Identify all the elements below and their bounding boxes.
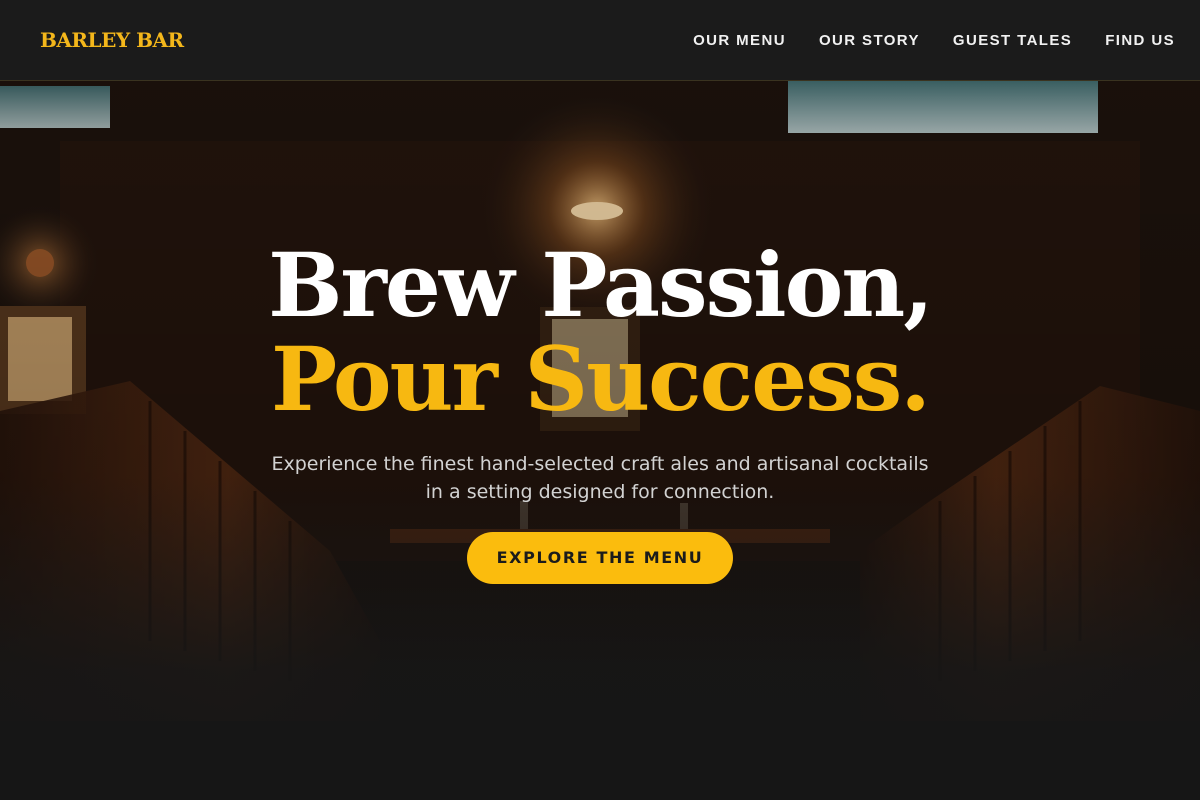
brand-logo[interactable]: BARLEY BAR: [40, 28, 184, 52]
nav-link-our-menu[interactable]: OUR MENU: [693, 32, 786, 49]
nav-link-our-story[interactable]: OUR STORY: [819, 32, 920, 49]
explore-menu-button[interactable]: EXPLORE THE MENU: [467, 532, 733, 584]
nav-link-guest-tales[interactable]: GUEST TALES: [953, 32, 1072, 49]
hero-tagline: Experience the finest hand-selected craf…: [271, 453, 929, 503]
headline-line-1: Brew Passion,: [268, 233, 934, 337]
site-header: BARLEY BAR OUR MENU OUR STORY GUEST TALE…: [0, 0, 1200, 81]
main-nav: OUR MENU OUR STORY GUEST TALES FIND US: [693, 32, 1175, 49]
hero-headline: Brew Passion, Pour Success.: [0, 238, 1200, 426]
headline-line-2: Pour Success.: [271, 327, 931, 431]
hero-content: Brew Passion, Pour Success. Experience t…: [0, 81, 1200, 584]
nav-link-find-us[interactable]: FIND US: [1105, 32, 1175, 49]
